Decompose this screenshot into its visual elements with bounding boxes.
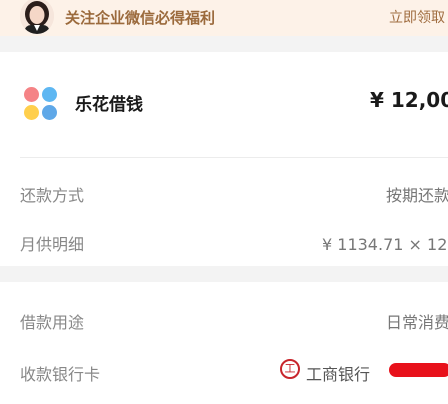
loan-purpose-value[interactable]: 日常消费 [386, 309, 448, 333]
loan-purpose-label: 借款用途 [20, 313, 85, 332]
avatar-portrait-icon [20, 0, 54, 34]
repayment-method-label: 还款方式 [20, 186, 85, 205]
monthly-payment-value[interactable]: ¥ 1134.71 × 12期 [322, 231, 448, 255]
loan-summary-card: 乐花借钱 ¥ 12,000 还款方式 按期还款 月供明细 ¥ 1134.71 ×… [0, 52, 448, 266]
receiving-card-label: 收款银行卡 [20, 365, 101, 384]
promo-banner[interactable]: 关注企业微信必得福利 立即领取 [0, 0, 448, 36]
repayment-method-value: 按期还款 [386, 186, 448, 205]
icbc-bank-icon: 工 [280, 359, 300, 379]
receiving-bank-value[interactable]: 工商银行 [306, 361, 370, 385]
product-name: 乐花借钱 [75, 95, 143, 115]
lehua-logo-icon [24, 87, 58, 121]
avatar [20, 0, 54, 34]
monthly-payment-label: 月供明细 [20, 235, 85, 254]
loan-amount: ¥ 12,000 [370, 88, 448, 112]
claim-now-link[interactable]: 立即领取 [389, 0, 445, 36]
banner-title: 关注企业微信必得福利 [65, 9, 216, 27]
divider [20, 157, 448, 158]
redacted-card-number [389, 363, 448, 377]
loan-extra-card: 借款用途 日常消费 收款银行卡 工 工商银行 [0, 282, 448, 404]
